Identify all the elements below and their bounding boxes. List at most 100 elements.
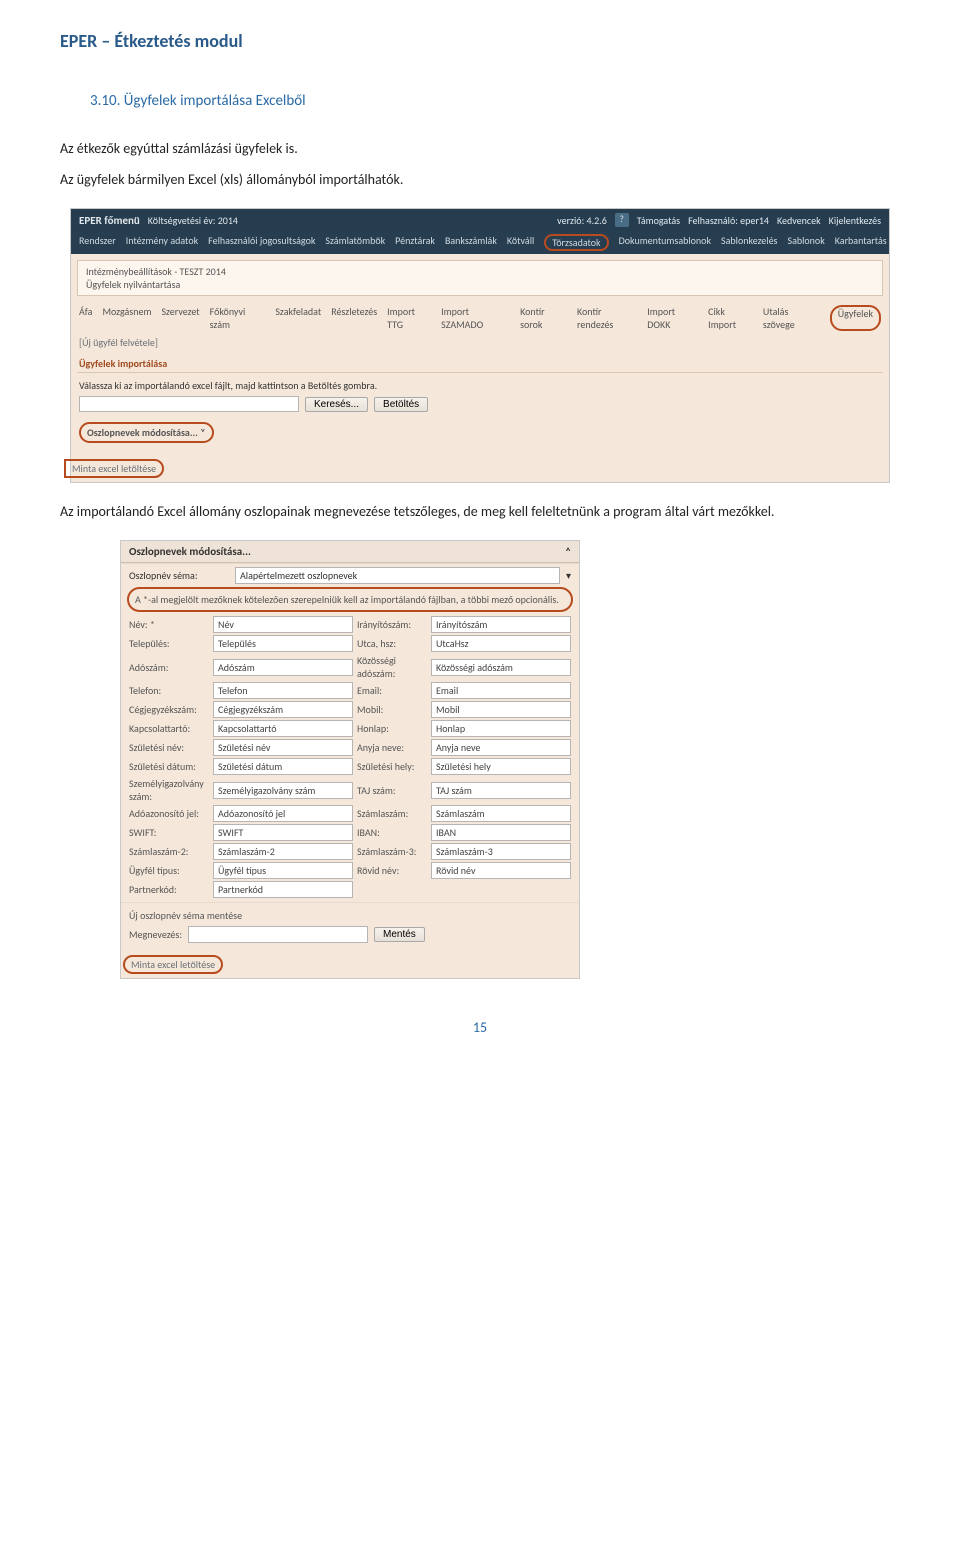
field-label: Számlaszám-3: [357,845,427,858]
tab-item[interactable]: Kontír sorok [520,305,567,331]
tab-item[interactable]: Áfa [79,305,92,331]
paragraph-1: Az étkezők egyúttal számlázási ügyfelek … [60,140,900,157]
field-input[interactable]: Közösségi adószám [431,659,571,676]
field-input[interactable]: Email [431,682,571,699]
tab-item[interactable]: Ügyfelek [830,305,881,331]
field-label: Közösségi adószám: [357,654,427,680]
field-label: Adóazonosító jel: [129,807,209,820]
main-menu: Rendszer Intézmény adatok Felhasználói jog… [71,231,889,254]
field-input[interactable]: Település [213,635,353,652]
breadcrumb-line-2: Ügyfelek nyilvántartása [86,278,874,291]
menu-item[interactable]: Rendszer [79,234,116,251]
field-input[interactable]: IBAN [431,824,571,841]
new-customer-link[interactable]: [Új ügyfél felvétele] [71,334,889,351]
field-label: SWIFT: [129,826,209,839]
field-input[interactable]: Irányítószám [431,616,571,633]
menu-item[interactable]: Kötváll [507,234,534,251]
breadcrumb-box: Intézménybeállítások - TESZT 2014 Ügyfel… [77,260,883,296]
field-input[interactable]: Születési név [213,739,353,756]
field-label: IBAN: [357,826,427,839]
field-input[interactable]: SWIFT [213,824,353,841]
menu-item[interactable]: Számlatömbök [325,234,385,251]
field-input[interactable]: Honlap [431,720,571,737]
tab-item[interactable]: Kontír rendezés [577,305,637,331]
field-input[interactable]: Kapcsolattartó [213,720,353,737]
field-label: Számlaszám-2: [129,845,209,858]
field-input[interactable]: UtcaHsz [431,635,571,652]
field-label: Kapcsolattartó: [129,722,209,735]
column-names-header[interactable]: Oszlopnevek módosítása... ˄ [121,541,579,563]
field-input[interactable]: Rövid név [431,862,571,879]
field-input[interactable]: Ügyfél típus [213,862,353,879]
sample-download-link-2[interactable]: Minta excel letöltése [123,955,223,974]
tab-item[interactable]: Főkönyvi szám [210,305,266,331]
field-input[interactable]: Születési hely [431,758,571,775]
column-names-toggle[interactable]: Oszlopnevek módosítása... ˅ [79,422,214,443]
menu-item[interactable]: Felhasználói jogosultságok [208,234,315,251]
mandatory-note: A *-al megjelölt mezőknek kötelezően sze… [127,587,573,612]
tab-item[interactable]: Import SZAMADO [441,305,510,331]
field-input[interactable]: Személyigazolvány szám [213,782,353,799]
field-input[interactable]: Adószám [213,659,353,676]
screenshot-1: EPER főmenü Költségvetési év: 2014 verzi… [70,208,890,483]
tab-item[interactable]: Szervezet [161,305,199,331]
logout-link[interactable]: Kijelentkezés [829,214,881,227]
field-label: Email: [357,684,427,697]
file-path-input[interactable] [79,396,299,412]
field-input[interactable]: Számlaszám [431,805,571,822]
field-input[interactable]: Partnerkód [213,881,353,898]
field-label: Honlap: [357,722,427,735]
menu-item[interactable]: Bankszámlák [445,234,497,251]
field-input[interactable]: Adóazonosító jel [213,805,353,822]
tab-item[interactable]: Részletezés [331,305,377,331]
tab-item[interactable]: Cikk Import [708,305,753,331]
save-name-input[interactable] [188,926,368,943]
scheme-select[interactable]: Alapértelmezett oszlopnevek [235,567,560,584]
field-input[interactable]: Név [213,616,353,633]
sample-download-link[interactable]: Minta excel letöltése [64,459,164,478]
field-input[interactable]: Telefon [213,682,353,699]
page-number: 15 [60,1019,900,1036]
field-label: Születési dátum: [129,760,209,773]
menu-item[interactable]: Sablonkezelés [721,234,777,251]
scheme-label: Oszlopnév séma: [129,569,229,582]
menu-item[interactable]: Pénztárak [395,234,435,251]
field-input[interactable]: Számlaszám-3 [431,843,571,860]
menu-item[interactable]: Karbantartás [835,234,887,251]
column-names-title: Oszlopnevek módosítása... [129,545,251,558]
favorites-link[interactable]: Kedvencek [777,214,821,227]
tab-item[interactable]: Import TTG [387,305,431,331]
field-input[interactable]: Mobil [431,701,571,718]
field-label: Számlaszám: [357,807,427,820]
tab-item[interactable]: Szakfeladat [275,305,321,331]
support-link[interactable]: Támogatás [637,214,680,227]
tab-item[interactable]: Utalás szövege [763,305,820,331]
menu-item[interactable]: Intézmény adatok [126,234,198,251]
field-input[interactable]: Cégjegyzékszám [213,701,353,718]
brand-label: EPER főmenü [79,214,140,227]
field-label: Adószám: [129,661,209,674]
screenshot-2: Oszlopnevek módosítása... ˄ Oszlopnév sé… [120,540,580,979]
tab-item[interactable]: Import DOKK [647,305,698,331]
field-label: Név: * [129,618,209,631]
fiscal-year-label: Költségvetési év: 2014 [148,214,238,227]
menu-item[interactable]: Sablonok [787,234,824,251]
tab-item[interactable]: Mozgásnem [102,305,151,331]
field-input[interactable]: Születési dátum [213,758,353,775]
field-input[interactable]: TAJ szám [431,782,571,799]
save-button[interactable]: Mentés [374,927,425,942]
breadcrumb-line-1: Intézménybeállítások - TESZT 2014 [86,265,874,278]
help-icon[interactable]: ? [615,213,629,227]
load-button[interactable]: Betöltés [374,397,428,412]
field-mapping-grid: Név: *NévIrányítószám:IrányítószámTelepü… [121,612,579,902]
section-heading: 3.10. Ügyfelek importálása Excelből [90,92,900,110]
field-input[interactable]: Anyja neve [431,739,571,756]
menu-item[interactable]: Dokumentumsablonok [619,234,711,251]
browse-button[interactable]: Keresés... [305,397,368,412]
field-input[interactable]: Számlaszám-2 [213,843,353,860]
field-label: Település: [129,637,209,650]
field-label: TAJ szám: [357,784,427,797]
chevron-up-icon: ˄ [565,545,571,558]
menu-item[interactable]: Törzsadatok [544,234,608,251]
field-label: Személyigazolvány szám: [129,777,209,803]
